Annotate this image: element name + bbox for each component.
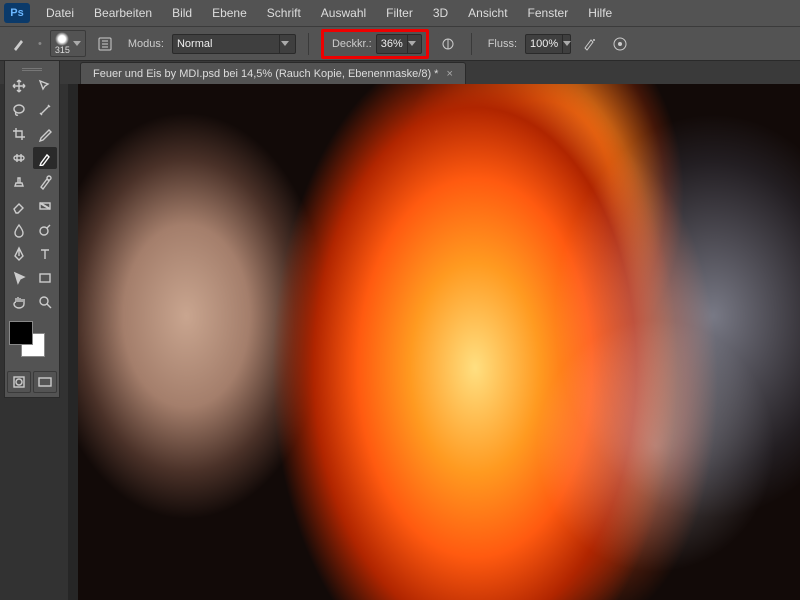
menu-filter[interactable]: Filter — [376, 6, 423, 20]
opacity-highlight-annotation: Deckkr.: 36% — [321, 29, 429, 59]
menubar: Ps Datei Bearbeiten Bild Ebene Schrift A… — [0, 0, 800, 26]
document-canvas[interactable] — [78, 84, 800, 600]
opacity-value: 36% — [381, 38, 403, 50]
menu-ansicht[interactable]: Ansicht — [458, 6, 517, 20]
eyedropper-tool[interactable] — [33, 123, 57, 145]
foreground-color-swatch[interactable] — [9, 321, 33, 345]
artboard-tool[interactable] — [33, 75, 57, 97]
brush-preset-picker[interactable]: 315 — [50, 30, 86, 57]
screenmode-toggle[interactable] — [33, 371, 57, 393]
document-tabstrip: Feuer und Eis by MDI.psd bei 14,5% (Rauc… — [0, 60, 800, 84]
menu-hilfe[interactable]: Hilfe — [578, 6, 622, 20]
workspace — [68, 84, 800, 600]
color-swatches[interactable] — [9, 321, 57, 363]
document-tab[interactable]: Feuer und Eis by MDI.psd bei 14,5% (Rauc… — [80, 62, 466, 84]
menu-bild[interactable]: Bild — [162, 6, 202, 20]
menu-bearbeiten[interactable]: Bearbeiten — [84, 6, 162, 20]
magic-wand-tool[interactable] — [33, 99, 57, 121]
tool-preset-icon[interactable] — [8, 33, 30, 55]
pressure-size-icon[interactable] — [609, 33, 631, 55]
brush-panel-toggle-icon[interactable] — [94, 33, 116, 55]
blend-mode-select[interactable]: Normal — [172, 34, 296, 54]
mode-label: Modus: — [128, 38, 164, 50]
quickmask-toggle[interactable] — [7, 371, 31, 393]
eraser-tool[interactable] — [7, 195, 31, 217]
tools-panel — [4, 60, 60, 398]
flow-input[interactable]: 100% — [525, 34, 571, 54]
menu-fenster[interactable]: Fenster — [518, 6, 579, 20]
document-tab-title: Feuer und Eis by MDI.psd bei 14,5% (Rauc… — [93, 68, 438, 80]
pressure-opacity-icon[interactable] — [437, 33, 459, 55]
pen-tool[interactable] — [7, 243, 31, 265]
shape-tool[interactable] — [33, 267, 57, 289]
brush-tool[interactable] — [33, 147, 57, 169]
separator — [471, 33, 472, 55]
app-logo: Ps — [4, 3, 30, 23]
menu-datei[interactable]: Datei — [36, 6, 84, 20]
flow-value: 100% — [530, 38, 558, 50]
options-bar: • 315 Modus: Normal Deckkr.: 36% Fluss: … — [0, 26, 800, 60]
opacity-input[interactable]: 36% — [376, 34, 422, 54]
menu-schrift[interactable]: Schrift — [257, 6, 311, 20]
gradient-tool[interactable] — [33, 195, 57, 217]
move-tool[interactable] — [7, 75, 31, 97]
flow-label: Fluss: — [488, 38, 517, 50]
dodge-tool[interactable] — [33, 219, 57, 241]
chevron-down-icon — [562, 35, 571, 53]
healing-brush-tool[interactable] — [7, 147, 31, 169]
crop-tool[interactable] — [7, 123, 31, 145]
chevron-down-icon — [407, 35, 417, 53]
chevron-down-icon — [279, 35, 291, 53]
lasso-tool[interactable] — [7, 99, 31, 121]
separator — [308, 33, 309, 55]
brush-shape-icon — [55, 32, 69, 46]
hand-tool[interactable] — [7, 291, 31, 313]
clone-stamp-tool[interactable] — [7, 171, 31, 193]
opacity-label: Deckkr.: — [332, 38, 372, 50]
history-brush-tool[interactable] — [33, 171, 57, 193]
blur-tool[interactable] — [7, 219, 31, 241]
menu-3d[interactable]: 3D — [423, 6, 458, 20]
zoom-tool[interactable] — [33, 291, 57, 313]
menu-ebene[interactable]: Ebene — [202, 6, 257, 20]
menu-auswahl[interactable]: Auswahl — [311, 6, 376, 20]
brush-size-value: 315 — [55, 46, 70, 55]
path-select-tool[interactable] — [7, 267, 31, 289]
close-icon[interactable]: × — [446, 68, 452, 80]
type-tool[interactable] — [33, 243, 57, 265]
panel-grip[interactable] — [7, 65, 57, 73]
blend-mode-value: Normal — [177, 38, 212, 50]
airbrush-icon[interactable] — [579, 33, 601, 55]
